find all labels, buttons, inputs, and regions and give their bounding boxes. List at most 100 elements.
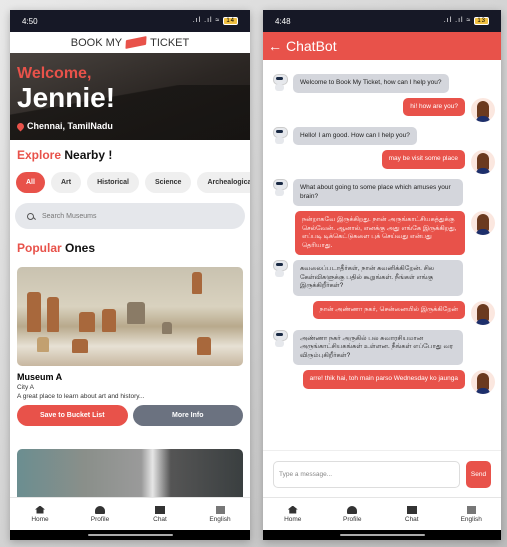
message-bubble: நான் அண்ணா நகர், சென்னையில் இருக்கிறேன் bbox=[312, 300, 465, 319]
app-logo: BOOK MY TICKET bbox=[10, 32, 250, 53]
nav-label: Home bbox=[284, 515, 302, 523]
gesture-bar bbox=[263, 530, 501, 540]
nav-chat[interactable]: Chat bbox=[135, 505, 185, 523]
message-row-user: arre! thik hai, toh main parso Wednesday… bbox=[272, 370, 495, 394]
popular-rest: Ones bbox=[65, 241, 96, 255]
bottom-nav: Home Profile Chat English bbox=[263, 497, 501, 530]
nav-label: Profile bbox=[90, 515, 110, 523]
chip-archealogical[interactable]: Archealogical bbox=[197, 172, 250, 193]
nav-label: English bbox=[460, 515, 482, 523]
logo-text-right: TICKET bbox=[150, 36, 190, 49]
museum-city: City A bbox=[17, 384, 34, 391]
message-row-bot: அண்ணா நகர் அருகில் பல சுவாரசியமான அருங்க… bbox=[272, 329, 495, 365]
chat-title: ChatBot bbox=[286, 38, 337, 54]
chatbot-screen: 4:48 .ıl .ıl ≈ 13 ← ChatBot Welcome to Boo… bbox=[263, 10, 501, 540]
location[interactable]: Chennai, TamilNadu bbox=[15, 121, 243, 131]
bot-avatar-icon bbox=[272, 74, 288, 91]
search-input[interactable]: Search Museums bbox=[15, 203, 245, 229]
search-placeholder: Search Museums bbox=[42, 212, 97, 220]
status-bar: 4:48 .ıl .ıl ≈ 13 bbox=[263, 10, 501, 32]
message-bubble: கவலைப்படாதீர்கள், நான் கவனிக்கிறேன். சில… bbox=[293, 260, 463, 296]
profile-icon bbox=[95, 505, 105, 514]
message-row-user: நன்றாகவே இருக்கிறது. நான் அருங்காட்சியகத… bbox=[272, 211, 495, 255]
chip-all[interactable]: All bbox=[16, 172, 45, 193]
user-avatar bbox=[471, 211, 495, 235]
museum-image[interactable] bbox=[17, 267, 243, 366]
popular-heading: Popular Ones bbox=[10, 241, 250, 255]
message-row-user: நான் அண்ணா நகர், சென்னையில் இருக்கிறேன் bbox=[272, 300, 495, 325]
nav-home[interactable]: Home bbox=[15, 505, 65, 523]
explore-rest: Nearby ! bbox=[64, 148, 113, 162]
nav-label: Chat bbox=[404, 515, 419, 523]
welcome-banner: Welcome, Jennie! Chennai, TamilNadu bbox=[10, 53, 250, 140]
profile-icon bbox=[347, 505, 358, 514]
message-row-user: hi! how are you? bbox=[272, 97, 495, 122]
chip-historical[interactable]: Historical bbox=[87, 172, 139, 193]
museum-description: A great place to learn about art and his… bbox=[17, 393, 145, 400]
explore-accent: Explore bbox=[17, 148, 62, 162]
nav-label: Home bbox=[31, 515, 49, 523]
nav-language[interactable]: English bbox=[195, 505, 245, 523]
bottom-nav: Home Profile Chat English bbox=[10, 497, 250, 530]
user-name: Jennie! bbox=[17, 82, 116, 113]
bot-avatar-icon bbox=[272, 126, 288, 144]
back-arrow-icon[interactable]: ← bbox=[268, 38, 282, 54]
explore-heading: Explore Nearby ! bbox=[10, 148, 250, 162]
battery-icon: 13 bbox=[474, 17, 489, 25]
status-time: 4:50 bbox=[22, 16, 38, 26]
user-avatar bbox=[471, 150, 495, 174]
message-bubble: அண்ணா நகர் அருகில் பல சுவாரசியமான அருங்க… bbox=[293, 329, 463, 365]
message-row-bot: Welcome to Book My Ticket, how can I hel… bbox=[272, 74, 495, 93]
search-icon bbox=[27, 212, 34, 220]
location-text: Chennai, TamilNadu bbox=[27, 121, 113, 131]
status-bar: 4:50 .ıl .ıl ≈ 14 bbox=[10, 10, 250, 32]
user-avatar bbox=[471, 300, 495, 325]
logo-text-left: BOOK MY bbox=[70, 36, 123, 49]
composer: Type a message... Send bbox=[263, 450, 501, 497]
bot-avatar-icon bbox=[272, 329, 288, 347]
nav-profile[interactable]: Profile bbox=[327, 505, 377, 523]
message-list: Welcome to Book My Ticket, how can I hel… bbox=[263, 60, 501, 450]
nav-home[interactable]: Home bbox=[268, 505, 318, 523]
status-icons: .ıl .ıl ≈ 13 bbox=[444, 17, 489, 25]
status-icons: .ıl .ıl ≈ 14 bbox=[193, 17, 238, 25]
translate-icon bbox=[466, 505, 476, 514]
nav-label: English bbox=[209, 515, 231, 523]
home-icon bbox=[287, 505, 298, 514]
message-input[interactable]: Type a message... bbox=[273, 460, 460, 488]
message-bubble: Hello! I am good. How can I help you? bbox=[293, 126, 417, 145]
more-info-button[interactable]: More Info bbox=[132, 405, 243, 426]
nav-chat[interactable]: Chat bbox=[387, 505, 437, 523]
message-bubble: may be visit some place bbox=[381, 150, 465, 169]
chip-science[interactable]: Science bbox=[144, 172, 192, 193]
message-row-bot: கவலைப்படாதீர்கள், நான் கவனிக்கிறேன். சில… bbox=[272, 260, 495, 296]
welcome-text: Welcome, bbox=[17, 65, 92, 82]
gesture-bar bbox=[10, 530, 250, 540]
bot-avatar-icon bbox=[272, 179, 288, 196]
battery-icon: 14 bbox=[223, 17, 238, 25]
save-to-bucket-list-button[interactable]: Save to Bucket List bbox=[17, 405, 128, 426]
message-placeholder: Type a message... bbox=[279, 470, 333, 478]
home-icon bbox=[35, 505, 45, 514]
message-row-bot: What about going to some place which amu… bbox=[272, 179, 495, 206]
user-avatar bbox=[471, 370, 495, 394]
nav-language[interactable]: English bbox=[446, 505, 496, 523]
message-bubble: arre! thik hai, toh main parso Wednesday… bbox=[302, 370, 465, 389]
message-bubble: hi! how are you? bbox=[403, 97, 465, 116]
nav-profile[interactable]: Profile bbox=[75, 505, 125, 523]
message-row-bot: Hello! I am good. How can I help you? bbox=[272, 126, 495, 145]
category-chips: All Art Historical Science Archealogical bbox=[10, 172, 250, 193]
ticket-icon bbox=[125, 36, 147, 49]
bot-avatar-icon bbox=[272, 260, 288, 277]
translate-icon bbox=[215, 505, 225, 514]
chat-header: ← ChatBot bbox=[263, 32, 501, 60]
museum-image-2[interactable] bbox=[17, 449, 243, 499]
chip-art[interactable]: Art bbox=[50, 172, 82, 193]
user-avatar bbox=[471, 97, 495, 122]
status-time: 4:48 bbox=[275, 16, 291, 26]
popular-accent: Popular bbox=[17, 241, 62, 255]
send-button[interactable]: Send bbox=[466, 460, 491, 488]
message-bubble: Welcome to Book My Ticket, how can I hel… bbox=[293, 74, 449, 93]
nav-label: Profile bbox=[343, 515, 362, 523]
message-bubble: What about going to some place which amu… bbox=[293, 179, 463, 206]
